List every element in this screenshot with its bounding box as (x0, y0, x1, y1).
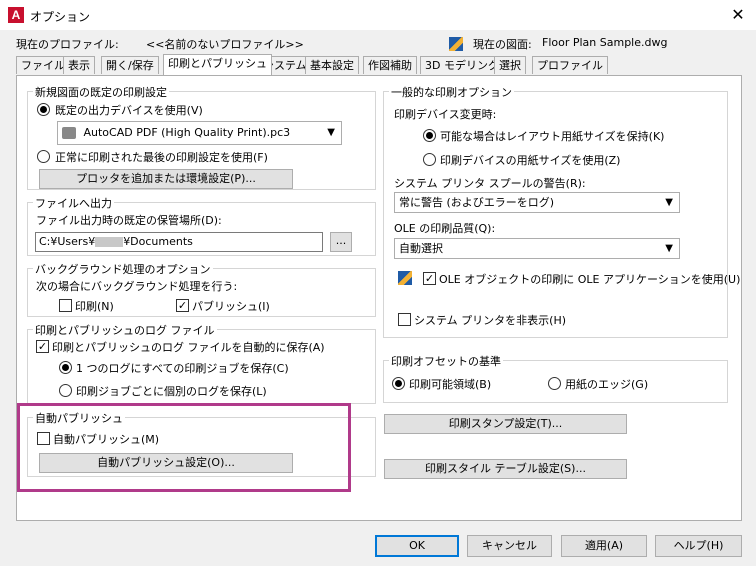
spool-alert-value: 常に警告 (およびエラーをログ) (399, 196, 555, 209)
cancel-button[interactable]: キャンセル (467, 535, 552, 557)
radio-last-used-settings[interactable] (37, 150, 50, 163)
path-suffix: ¥Documents (123, 235, 193, 248)
printer-icon (62, 127, 76, 139)
tab-files[interactable]: ファイル (16, 56, 70, 74)
ok-button[interactable]: OK (375, 535, 459, 557)
tab-open-save[interactable]: 開く/保存 (101, 56, 159, 74)
background-intro: 次の場合にバックグラウンド処理を行う: (36, 280, 238, 293)
path-prefix: C:¥Users¥ (39, 235, 96, 248)
file-location-label: ファイル出力時の既定の保管場所(D): (36, 214, 222, 227)
file-location-input[interactable]: C:¥Users¥ ¥Documents (35, 232, 323, 252)
radio-paper-edge[interactable] (548, 377, 561, 390)
radio-printable-area-label[interactable]: 印刷可能領域(B) (409, 376, 491, 392)
checkbox-background-publish[interactable]: ✓ (176, 299, 189, 312)
radio-single-log[interactable] (59, 361, 72, 374)
radio-use-device-paper-label[interactable]: 印刷デバイスの用紙サイズを使用(Z) (440, 152, 620, 168)
checkbox-ole-app-label[interactable]: OLE オブジェクトの印刷に OLE アプリケーションを使用(U) (439, 271, 740, 287)
ole-quality-label: OLE の印刷品質(Q): (394, 222, 496, 235)
profile-value: <<名前のないプロファイル>> (146, 38, 304, 51)
tab-plot-publish[interactable]: 印刷とパブリッシュ (163, 54, 272, 75)
drawing-file-icon (449, 37, 463, 51)
profile-label: 現在のプロファイル: (16, 38, 119, 51)
browse-button[interactable]: ... (330, 232, 352, 252)
output-device-value: AutoCAD PDF (High Quality Print).pc3 (83, 126, 291, 139)
radio-default-device-label[interactable]: 既定の出力デバイスを使用(V) (55, 102, 203, 118)
close-icon[interactable]: ✕ (726, 4, 750, 26)
radio-per-job-log-label[interactable]: 印刷ジョブごとに個別のログを保存(L) (76, 383, 267, 399)
output-device-select[interactable]: AutoCAD PDF (High Quality Print).pc3 ▼ (57, 121, 342, 145)
chevron-down-icon: ▼ (665, 243, 673, 254)
tab-display[interactable]: 表示 (63, 56, 95, 74)
ole-quality-select[interactable]: 自動選択 ▼ (394, 238, 680, 259)
plot-style-table-settings-button[interactable]: 印刷スタイル テーブル設定(S)... (384, 459, 627, 479)
radio-paper-edge-label[interactable]: 用紙のエッジ(G) (565, 376, 648, 392)
help-button[interactable]: ヘルプ(H) (655, 535, 742, 557)
spool-alert-select[interactable]: 常に警告 (およびエラーをログ) ▼ (394, 192, 680, 213)
checkbox-auto-save-log[interactable]: ✓ (36, 340, 49, 353)
chevron-down-icon: ▼ (665, 197, 673, 208)
plot-stamp-settings-button[interactable]: 印刷スタンプ設定(T)... (384, 414, 627, 434)
radio-keep-layout-paper-label[interactable]: 可能な場合はレイアウト用紙サイズを保持(K) (440, 128, 664, 144)
checkbox-hide-printers[interactable] (398, 313, 411, 326)
drawing-label: 現在の図面: (473, 38, 532, 51)
spool-alert-label: システム プリンタ スプールの警告(R): (394, 177, 586, 190)
group-file-output-title: ファイルへ出力 (33, 195, 114, 211)
tab-selection[interactable]: 選択 (494, 56, 526, 74)
window-title: オプション (30, 10, 91, 24)
apply-button[interactable]: 適用(A) (561, 535, 647, 557)
redacted-username (95, 237, 124, 247)
title-bar (0, 0, 756, 30)
add-plotter-button[interactable]: プロッタを追加または環境設定(P)... (39, 169, 293, 189)
ole-app-icon (398, 271, 412, 285)
chevron-down-icon: ▼ (327, 127, 335, 138)
radio-per-job-log[interactable] (59, 384, 72, 397)
radio-default-device[interactable] (37, 103, 50, 116)
radio-keep-layout-paper[interactable] (423, 129, 436, 142)
device-change-label: 印刷デバイス変更時: (394, 108, 497, 121)
ole-quality-value: 自動選択 (399, 242, 443, 255)
group-plot-offset-title: 印刷オフセットの基準 (389, 353, 503, 369)
group-background-title: バックグラウンド処理のオプション (33, 261, 213, 277)
radio-single-log-label[interactable]: 1 つのログにすべての印刷ジョブを保存(C) (76, 360, 289, 376)
checkbox-auto-save-log-label[interactable]: 印刷とパブリッシュのログ ファイルを自動的に保存(A) (52, 339, 325, 355)
radio-use-device-paper[interactable] (423, 153, 436, 166)
group-log-title: 印刷とパブリッシュのログ ファイル (33, 322, 217, 338)
checkbox-background-plot-label[interactable]: 印刷(N) (75, 298, 114, 314)
checkbox-ole-app[interactable]: ✓ (423, 272, 436, 285)
autocad-app-icon: A (8, 7, 24, 23)
tab-profiles[interactable]: プロファイル (532, 56, 608, 74)
checkbox-background-plot[interactable] (59, 299, 72, 312)
tab-user-preferences[interactable]: 基本設定 (305, 56, 359, 74)
radio-printable-area[interactable] (392, 377, 405, 390)
drawing-value: Floor Plan Sample.dwg (542, 36, 668, 49)
tab-drafting[interactable]: 作図補助 (363, 56, 417, 74)
checkbox-background-publish-label[interactable]: パブリッシュ(I) (192, 298, 270, 314)
radio-last-used-settings-label[interactable]: 正常に印刷された最後の印刷設定を使用(F) (55, 149, 268, 165)
group-general-options-title: 一般的な印刷オプション (389, 84, 514, 100)
tab-3d-modeling[interactable]: 3D モデリング (420, 56, 504, 74)
group-default-output-title: 新規図面の既定の印刷設定 (33, 84, 169, 100)
checkbox-hide-printers-label[interactable]: システム プリンタを非表示(H) (414, 312, 566, 328)
annotation-highlight-box (17, 403, 351, 492)
